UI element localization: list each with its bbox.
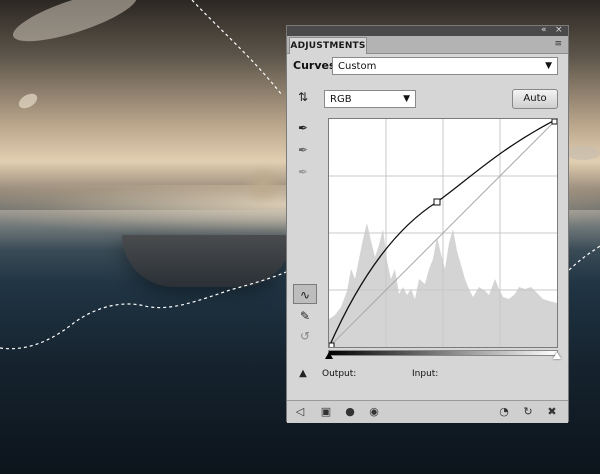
back-arrow-icon[interactable]: ◁ — [293, 405, 307, 419]
on-image-adjust-icon[interactable]: ⇅ — [293, 87, 313, 107]
adjustments-panel: « × ADJUSTMENTS ≡ Curves Custom ▼ ⇅ RGB … — [286, 25, 569, 423]
input-gradient-bar — [328, 350, 558, 356]
pencil-icon[interactable]: ✎ — [295, 306, 315, 326]
gray-eyedropper-icon[interactable]: ✒ — [293, 140, 313, 160]
curve-point-end[interactable] — [551, 119, 557, 125]
output-label: Output: — [322, 369, 357, 379]
clip-to-layer-icon[interactable]: ● — [343, 405, 357, 419]
smooth-icon[interactable]: ↺ — [295, 326, 315, 346]
curves-graph[interactable] — [328, 118, 558, 348]
clipping-warning-icon[interactable]: ▲ — [293, 364, 313, 384]
panel-footer: ◁ ▣ ● ◉ ◔ ↻ ✖ — [287, 400, 568, 423]
bird-small — [16, 90, 40, 112]
visibility-eye-icon[interactable]: ◉ — [367, 405, 381, 419]
panel-titlebar[interactable]: « × — [287, 25, 568, 36]
bird-wing — [8, 0, 142, 52]
curves-graph-svg[interactable] — [329, 119, 557, 347]
channel-value: RGB — [330, 94, 352, 105]
reset-icon[interactable]: ↻ — [521, 405, 535, 419]
trash-icon[interactable]: ✖ — [545, 405, 559, 419]
close-icon[interactable]: × — [555, 25, 563, 35]
view-previous-state-icon[interactable]: ◔ — [497, 405, 511, 419]
preset-value: Custom — [338, 61, 377, 72]
curve-point-start[interactable] — [329, 342, 335, 347]
tab-adjustments[interactable]: ADJUSTMENTS — [289, 37, 367, 54]
ship-debris — [243, 165, 283, 205]
preset-label: Curves — [293, 59, 336, 72]
preset-select[interactable]: Custom ▼ — [332, 57, 558, 75]
curve-edit-icon[interactable]: ∿ — [293, 284, 317, 304]
input-label: Input: — [412, 369, 439, 379]
sunken-boat — [122, 235, 292, 287]
white-point-slider[interactable] — [553, 352, 561, 359]
channel-select[interactable]: RGB ▼ — [324, 90, 416, 108]
auto-button[interactable]: Auto — [512, 89, 558, 109]
expanded-view-icon[interactable]: ▣ — [319, 405, 333, 419]
black-eyedropper-icon[interactable]: ✒ — [293, 118, 313, 138]
collapse-icon[interactable]: « — [541, 25, 547, 35]
curve-point-mid[interactable] — [433, 198, 441, 206]
chevron-down-icon: ▼ — [545, 61, 552, 71]
white-eyedropper-icon[interactable]: ✒ — [293, 162, 313, 182]
bird-right — [566, 146, 600, 160]
panel-tabs: ADJUSTMENTS ≡ — [287, 36, 568, 54]
black-point-slider[interactable] — [325, 352, 333, 359]
panel-menu-icon[interactable]: ≡ — [554, 39, 562, 49]
chevron-down-icon: ▼ — [403, 94, 410, 104]
